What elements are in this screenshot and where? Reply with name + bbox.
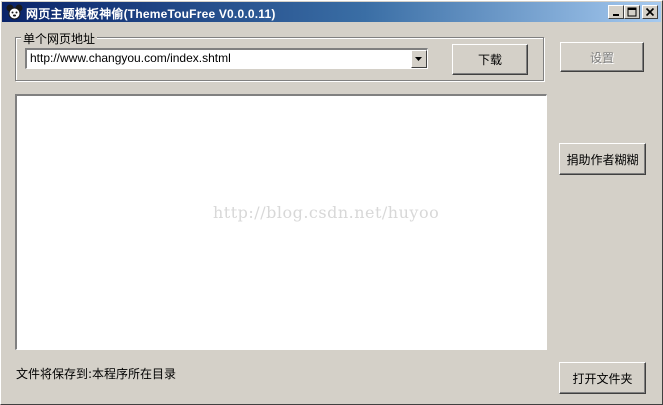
url-value[interactable]: http://www.changyou.com/index.shtml: [30, 51, 231, 65]
minimize-button[interactable]: [608, 5, 624, 19]
watermark-text: http://blog.csdn.net/huyoo: [213, 203, 440, 222]
url-group-label: 单个网页地址: [21, 30, 98, 47]
url-combobox[interactable]: http://www.changyou.com/index.shtml: [25, 48, 428, 69]
save-location-label: 文件将保存到:本程序所在目录: [16, 367, 177, 381]
settings-button[interactable]: 设置: [560, 42, 644, 72]
app-icon[interactable]: [6, 4, 23, 20]
main-window: 网页主题模板神偷(ThemeTouFree V0.0.0.11) 单个网页地址 …: [0, 0, 663, 405]
window-title: 网页主题模板神偷(ThemeTouFree V0.0.0.11): [26, 7, 276, 21]
maximize-button[interactable]: [624, 5, 640, 19]
download-button[interactable]: 下载: [452, 44, 528, 75]
url-dropdown-button[interactable]: [411, 50, 427, 68]
donate-button[interactable]: 捐助作者糊糊: [559, 143, 646, 175]
title-bar[interactable]: 网页主题模板神偷(ThemeTouFree V0.0.0.11): [2, 2, 661, 22]
open-folder-button[interactable]: 打开文件夹: [559, 362, 646, 394]
output-area[interactable]: [15, 94, 547, 350]
close-button[interactable]: [642, 5, 658, 19]
